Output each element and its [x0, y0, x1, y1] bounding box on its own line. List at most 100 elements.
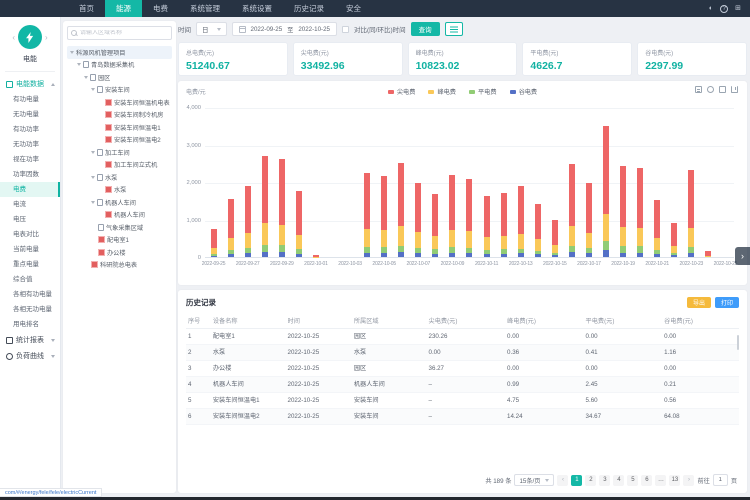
chart-legend: 尖电费 峰电费 平电费 谷电费: [178, 87, 747, 96]
restore-icon[interactable]: [707, 86, 714, 93]
data-view-icon[interactable]: [695, 86, 702, 93]
interval-select[interactable]: 日: [196, 22, 227, 36]
stat-card-label: 平电费(元): [530, 48, 624, 57]
tree-node-9[interactable]: 加工车间: [67, 146, 172, 159]
date-range-picker[interactable]: 2022-09-25 至 2022-10-25: [232, 22, 338, 36]
nav-tab-2[interactable]: 能源: [105, 0, 142, 17]
rail-item-电费[interactable]: 电费: [0, 182, 60, 197]
tree-node-17[interactable]: 办公楼: [67, 246, 172, 259]
rail-item-当前电量[interactable]: 当前电量: [0, 242, 60, 257]
rail-item-视在功率[interactable]: 视在功率: [0, 152, 60, 167]
tree-node-8[interactable]: 安装车间恒温电2: [67, 134, 172, 147]
tree-node-4[interactable]: 安装车间: [67, 84, 172, 97]
column-header-2: 设备名称: [211, 313, 286, 328]
carousel-next-button[interactable]: ›: [735, 247, 750, 265]
view-toggle-button[interactable]: [445, 22, 463, 36]
rail-item-有功电量[interactable]: 有功电量: [0, 92, 60, 107]
chevron-up-icon: [51, 83, 55, 86]
page-button-13[interactable]: 13: [669, 475, 680, 486]
bar-2022-09-27: [245, 186, 251, 257]
chart-toolbox: [695, 86, 738, 93]
prev-page-button[interactable]: ‹: [557, 475, 568, 486]
rail-item-各相有功电量[interactable]: 各相有功电量: [0, 287, 60, 302]
rail-item-用电排名[interactable]: 用电排名: [0, 317, 60, 332]
page-button-5[interactable]: 5: [627, 475, 638, 486]
tree-node-6[interactable]: 安装车间制冷机房: [67, 109, 172, 122]
tree-node-1[interactable]: 科源风机管理项目: [67, 46, 172, 59]
bar-slot: [222, 108, 239, 257]
compare-checkbox[interactable]: [342, 26, 349, 33]
rail-item-无功功率[interactable]: 无功功率: [0, 137, 60, 152]
rail-item-综合值[interactable]: 综合值: [0, 272, 60, 287]
page-button-3[interactable]: 3: [599, 475, 610, 486]
rail-item-功率因数[interactable]: 功率因数: [0, 167, 60, 182]
legend-item-峰电费[interactable]: 峰电费: [428, 87, 456, 96]
page-button-1[interactable]: 1: [571, 475, 582, 486]
x-tick-label: 2022-10-17: [577, 261, 601, 267]
rail-item-无功电量[interactable]: 无功电量: [0, 107, 60, 122]
page-button-4[interactable]: 4: [613, 475, 624, 486]
export-button[interactable]: 导出: [687, 297, 711, 308]
nav-tab-7[interactable]: 安全: [335, 0, 372, 17]
meter-icon: [91, 261, 98, 268]
tree-node-11[interactable]: 水泵: [67, 171, 172, 184]
rail-group-header-3[interactable]: 负荷曲线: [0, 348, 60, 364]
download-icon[interactable]: [731, 86, 738, 93]
tree-node-7[interactable]: 安装车间恒温电1: [67, 121, 172, 134]
rail-item-有功功率[interactable]: 有功功率: [0, 122, 60, 137]
page-button-2[interactable]: 2: [585, 475, 596, 486]
rail-item-各相无功电量[interactable]: 各相无功电量: [0, 302, 60, 317]
legend-item-尖电费[interactable]: 尖电费: [388, 87, 416, 96]
next-page-button[interactable]: ›: [683, 475, 694, 486]
bar-segment-谷电费: [398, 252, 404, 257]
legend-item-谷电费[interactable]: 谷电费: [510, 87, 538, 96]
y-tick-label: 2,000: [186, 180, 201, 186]
page-button-6[interactable]: 6: [641, 475, 652, 486]
column-header-4: 所属区域: [352, 313, 427, 328]
module-next-icon[interactable]: ›: [45, 33, 48, 42]
query-button[interactable]: 查询: [411, 22, 440, 36]
print-button[interactable]: 打印: [715, 297, 739, 308]
table-cell: [662, 425, 739, 426]
area-icon: [97, 199, 103, 206]
bar-segment-谷电费: [569, 252, 575, 257]
tree-node-3[interactable]: 园区: [67, 71, 172, 84]
nav-tab-1[interactable]: 首页: [68, 0, 105, 17]
tree-node-12[interactable]: 水泵: [67, 184, 172, 197]
rail-group-header-1[interactable]: 电能数据: [0, 76, 60, 92]
apps-grid-icon[interactable]: ⊞: [735, 5, 741, 12]
x-axis-labels: 2022-09-252022-09-272022-09-292022-10-01…: [205, 261, 734, 269]
help-icon[interactable]: ?: [720, 5, 728, 13]
nav-tab-4[interactable]: 系统管理: [179, 0, 231, 17]
legend-item-平电费[interactable]: 平电费: [469, 87, 497, 96]
compare-label: 对比(同/环比)时间: [354, 24, 406, 34]
rail-item-重点电量[interactable]: 重点电量: [0, 257, 60, 272]
bar-segment-谷电费: [518, 253, 524, 257]
tree-node-5[interactable]: 安装车间恒温机电表: [67, 96, 172, 109]
table-cell: 2022-10-25: [286, 345, 352, 360]
rail-group-header-2[interactable]: 统计报表: [0, 332, 60, 348]
tree-node-15[interactable]: 气象采集区域: [67, 221, 172, 234]
tree-node-16[interactable]: 配电室1: [67, 234, 172, 247]
tree-node-10[interactable]: 加工车间立式机: [67, 159, 172, 172]
table-scrollbar[interactable]: [737, 335, 739, 350]
chart-type-icon[interactable]: [719, 86, 726, 93]
tree-node-14[interactable]: 机器人车间: [67, 209, 172, 222]
energy-module-icon[interactable]: [18, 25, 42, 49]
theme-icon[interactable]: ◐: [709, 5, 713, 12]
bar-slot: [580, 108, 597, 257]
rail-item-电压[interactable]: 电压: [0, 212, 60, 227]
nav-tab-6[interactable]: 历史记录: [283, 0, 335, 17]
table-cell: 2022-10-25: [286, 377, 352, 392]
region-search-input[interactable]: [80, 30, 168, 36]
page-size-select[interactable]: 15条/页: [514, 474, 554, 486]
rail-item-电表对比[interactable]: 电表对比: [0, 227, 60, 242]
nav-tab-5[interactable]: 系统设置: [231, 0, 283, 17]
tree-node-13[interactable]: 机器人车间: [67, 196, 172, 209]
tree-node-2[interactable]: 青岛数据采集机: [67, 59, 172, 72]
rail-item-电流[interactable]: 电流: [0, 197, 60, 212]
jump-page-input[interactable]: [713, 474, 728, 486]
nav-tab-3[interactable]: 电费: [142, 0, 179, 17]
module-prev-icon[interactable]: ‹: [12, 33, 15, 42]
tree-node-18[interactable]: 科研院总电表: [67, 259, 172, 272]
